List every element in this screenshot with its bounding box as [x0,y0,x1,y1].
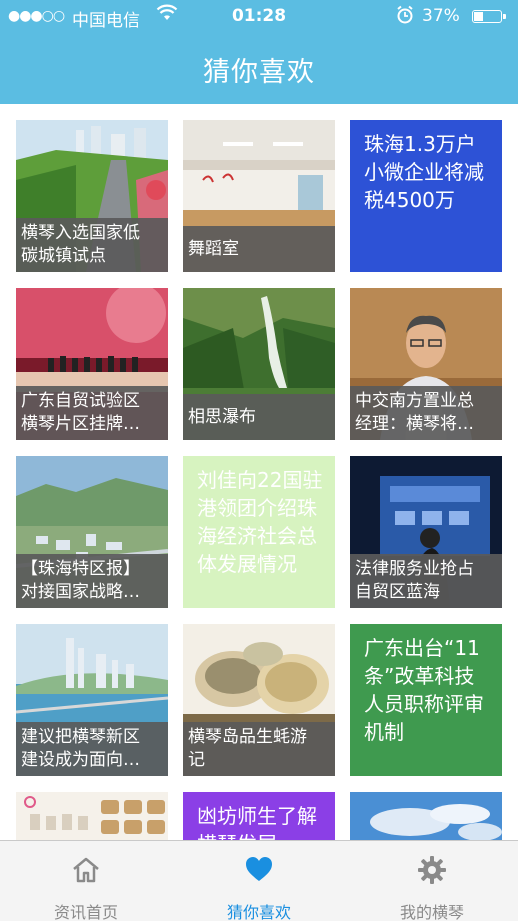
tab-label: 猜你喜欢 [226,903,291,922]
caption-line: 相思瀑布 [188,406,256,427]
tab-bar: 资讯首页 猜你喜欢 我的横琴 [0,840,518,922]
tab-guess-you-like[interactable]: 猜你喜欢 [173,841,345,922]
caption-line: 记 [188,750,205,770]
caption-line: 经理：横琴将… [355,414,474,434]
caption-line: 横琴入选国家低 [21,223,140,243]
tile-caption: 广东自贸试验区 横琴片区挂牌… [16,386,168,440]
tile-caption: 相思瀑布 [183,394,335,440]
grid-tile[interactable]: 舞蹈室 [183,120,335,272]
caption-line: 【珠海特区报】 [21,559,140,579]
heart-icon [173,855,345,887]
craft-display-photo [16,792,168,840]
tile-headline: 珠海1.3万户小微企业将减税4500万 [364,132,484,212]
tile-headline: 凼坊师生了解横琴发展 [197,804,317,840]
caption-line: 广东自贸试验区 [21,391,140,411]
caption-line: 横琴片区挂牌… [21,414,140,434]
tile-caption: 【珠海特区报】 对接国家战略… [16,554,168,608]
battery-percent: 37% [422,6,460,26]
caption-line: 自贸区蓝海 [355,582,440,602]
grid-tile[interactable]: 广东出台“11条”改革科技人员职称评审机制 [350,624,502,776]
grid-tile[interactable]: 珠海1.3万户小微企业将减税4500万 [350,120,502,272]
home-icon [0,855,172,887]
gear-icon [346,855,518,887]
grid-tile[interactable]: 横琴入选国家低 碳城镇试点 [16,120,168,272]
caption-line: 横琴岛品生蚝游 [188,727,307,747]
tile-caption: 法律服务业抢占 自贸区蓝海 [350,554,502,608]
tile-headline: 广东出台“11条”改革科技人员职称评审机制 [364,636,484,744]
tab-label: 资讯首页 [53,903,118,922]
sky-clouds-photo [350,792,502,840]
grid-tile[interactable]: 法律服务业抢占 自贸区蓝海 [350,456,502,608]
tile-caption: 建议把横琴新区 建设成为面向… [16,722,168,776]
news-grid: 横琴入选国家低 碳城镇试点 舞蹈室 珠海1.3万户小微企业将减税4500万 广东… [0,104,518,840]
top-bar: ●●●○○ 中国电信 01:28 37% 猜你喜欢 [0,0,518,104]
grid-tile[interactable]: 相思瀑布 [183,288,335,440]
grid-tile[interactable]: 刘佳向22国驻港领团介绍珠海经济社会总体发展情况 [183,456,335,608]
tab-news-home[interactable]: 资讯首页 [0,841,172,922]
caption-line: 舞蹈室 [188,238,239,259]
tile-headline: 刘佳向22国驻港领团介绍珠海经济社会总体发展情况 [197,468,323,576]
grid-tile[interactable] [16,792,168,840]
grid-tile[interactable]: 凼坊师生了解横琴发展 [183,792,335,840]
grid-tile[interactable] [350,792,502,840]
tile-caption: 横琴岛品生蚝游 记 [183,722,335,776]
status-bar: ●●●○○ 中国电信 01:28 37% [0,0,518,34]
caption-line: 建议把横琴新区 [21,727,140,747]
caption-line: 碳城镇试点 [21,246,106,266]
grid-tile[interactable]: 横琴岛品生蚝游 记 [183,624,335,776]
page-title: 猜你喜欢 [203,57,315,88]
grid-tile[interactable]: 广东自贸试验区 横琴片区挂牌… [16,288,168,440]
grid-tile[interactable]: 中交南方置业总 经理：横琴将… [350,288,502,440]
grid-tile[interactable]: 建议把横琴新区 建设成为面向… [16,624,168,776]
battery-level [474,12,483,21]
alarm-icon [396,5,414,30]
caption-line: 法律服务业抢占 [355,559,474,579]
tile-caption: 舞蹈室 [183,226,335,272]
battery-icon [472,10,506,23]
caption-line: 对接国家战略… [21,582,140,602]
tile-caption: 横琴入选国家低 碳城镇试点 [16,218,168,272]
caption-line: 建设成为面向… [21,750,140,770]
caption-line: 中交南方置业总 [355,391,474,411]
grid-tile[interactable]: 【珠海特区报】 对接国家战略… [16,456,168,608]
tab-label: 我的横琴 [399,903,464,922]
tab-my-hengqin[interactable]: 我的横琴 [346,841,518,922]
tile-caption: 中交南方置业总 经理：横琴将… [350,386,502,440]
